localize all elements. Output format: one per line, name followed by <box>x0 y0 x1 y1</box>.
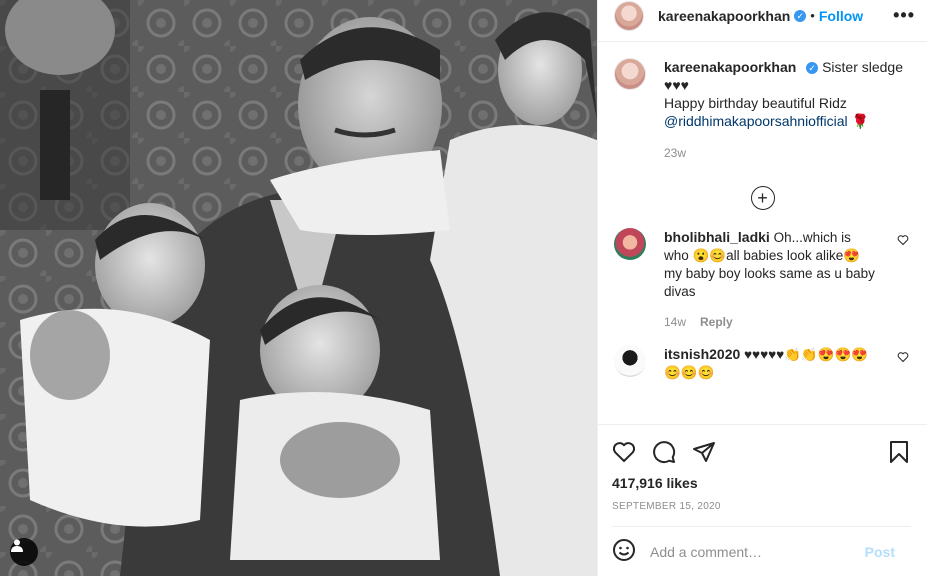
add-comment-bar: Post <box>612 526 911 576</box>
commenter-avatar[interactable] <box>614 345 646 377</box>
caption: kareenakapoorkhan ✓ Sister sledge ♥♥♥ Ha… <box>614 58 911 162</box>
post-actions: 417,916 likes SEPTEMBER 15, 2020 Post <box>598 424 927 576</box>
comment-meta: 14w Reply <box>664 313 878 331</box>
comment-like-heart-icon[interactable] <box>897 351 909 366</box>
post-date: SEPTEMBER 15, 2020 <box>612 501 721 512</box>
comment-input[interactable] <box>650 543 851 560</box>
separator-dot: • <box>810 8 815 23</box>
commenter-avatar[interactable] <box>614 228 646 260</box>
caption-username[interactable]: kareenakapoorkhan <box>664 59 796 75</box>
caption-mention-link[interactable]: @riddhimakapoorsahniofficial <box>664 113 848 129</box>
heart-icon[interactable] <box>612 440 636 467</box>
author-username[interactable]: kareenakapoorkhan <box>658 8 790 24</box>
likes-count[interactable]: 417,916 likes <box>612 475 911 491</box>
comment-like-heart-icon[interactable] <box>897 234 909 249</box>
share-icon[interactable] <box>692 440 716 467</box>
load-more-plus-icon[interactable]: + <box>750 186 775 210</box>
author-avatar[interactable] <box>614 0 644 31</box>
comment-username[interactable]: bholibhali_ladki <box>664 229 770 245</box>
caption-emoji: 🌹 <box>851 113 869 129</box>
caption-line3: Happy birthday beautiful Ridz <box>664 95 847 111</box>
post-comment-button[interactable]: Post <box>865 544 895 560</box>
post-modal: kareenakapoorkhan ✓ • Follow ••• kareena… <box>0 0 927 576</box>
comment-body: bholibhali_ladki Oh...which is who 😮😊all… <box>664 228 878 331</box>
caption-line1: Sister sledge <box>822 59 904 75</box>
comment-item: itsnish2020 ♥♥♥♥♥👏👏😍😍😍😊😊😊 <box>614 345 911 382</box>
comment-username[interactable]: itsnish2020 <box>664 346 740 362</box>
verified-badge-icon: ✓ <box>794 9 807 22</box>
post-photo[interactable] <box>0 0 597 576</box>
header-meta: kareenakapoorkhan ✓ • Follow <box>658 8 863 24</box>
caption-body: kareenakapoorkhan ✓ Sister sledge ♥♥♥ Ha… <box>664 58 903 162</box>
follow-button[interactable]: Follow <box>819 8 863 24</box>
load-more-comments: + <box>614 186 911 210</box>
verified-badge-icon: ✓ <box>806 62 819 75</box>
comment-time: 14w <box>664 315 687 329</box>
caption-line2: ♥♥♥ <box>664 77 689 93</box>
more-options-icon[interactable]: ••• <box>893 5 915 26</box>
comment-icon[interactable] <box>652 440 676 467</box>
post-sidebar: kareenakapoorkhan ✓ • Follow ••• kareena… <box>597 0 927 576</box>
post-header: kareenakapoorkhan ✓ • Follow ••• <box>598 0 927 42</box>
user-tag-icon[interactable] <box>10 538 38 566</box>
comments-list: kareenakapoorkhan ✓ Sister sledge ♥♥♥ Ha… <box>598 42 927 424</box>
reply-button[interactable]: Reply <box>700 313 733 331</box>
comment-body: itsnish2020 ♥♥♥♥♥👏👏😍😍😍😊😊😊 <box>664 345 878 382</box>
action-icons <box>612 433 911 473</box>
photo-image <box>0 0 597 576</box>
bookmark-icon[interactable] <box>887 440 911 467</box>
caption-time: 23w <box>664 146 687 160</box>
caption-avatar[interactable] <box>614 58 646 90</box>
comment-item: bholibhali_ladki Oh...which is who 😮😊all… <box>614 228 911 331</box>
emoji-icon[interactable] <box>612 538 636 565</box>
